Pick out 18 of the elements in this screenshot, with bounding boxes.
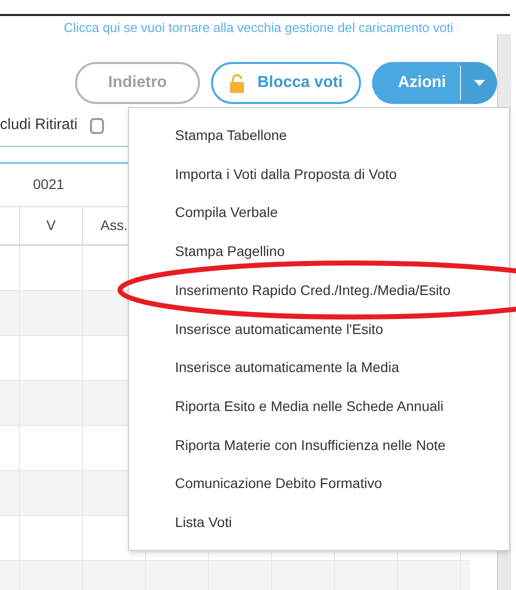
dropdown-toggle-button[interactable] xyxy=(461,62,497,104)
filter-label: cludi Ritirati xyxy=(0,115,78,136)
menu-item[interactable]: Riporta Esito e Media nelle Schede Annuali xyxy=(129,387,509,426)
menu-item[interactable]: Compila Verbale xyxy=(129,193,509,232)
column-header: V xyxy=(46,216,56,234)
menu-item[interactable]: Riporta Materie con Insufficienza nelle Note xyxy=(129,426,509,465)
menu-item[interactable]: Comunicazione Debito Formativo xyxy=(129,464,509,504)
menu-item[interactable]: Inserisce automaticamente l'Esito xyxy=(129,310,509,348)
menu-item[interactable]: Inserisce automaticamente la Media xyxy=(129,348,509,388)
menu-item[interactable]: Stampa Pagellino xyxy=(129,232,509,271)
menu-item[interactable]: Lista Voti xyxy=(129,503,509,542)
checkbox[interactable] xyxy=(90,118,104,134)
menu-item[interactable]: Stampa Tabellone xyxy=(129,116,509,155)
column-header: Ass. xyxy=(100,216,128,234)
caret-down-icon xyxy=(474,80,484,86)
group-header: 0021 xyxy=(33,175,64,194)
menu-item[interactable]: Importa i Voti dalla Proposta di Voto xyxy=(129,154,509,194)
padlock-icon xyxy=(229,72,246,92)
